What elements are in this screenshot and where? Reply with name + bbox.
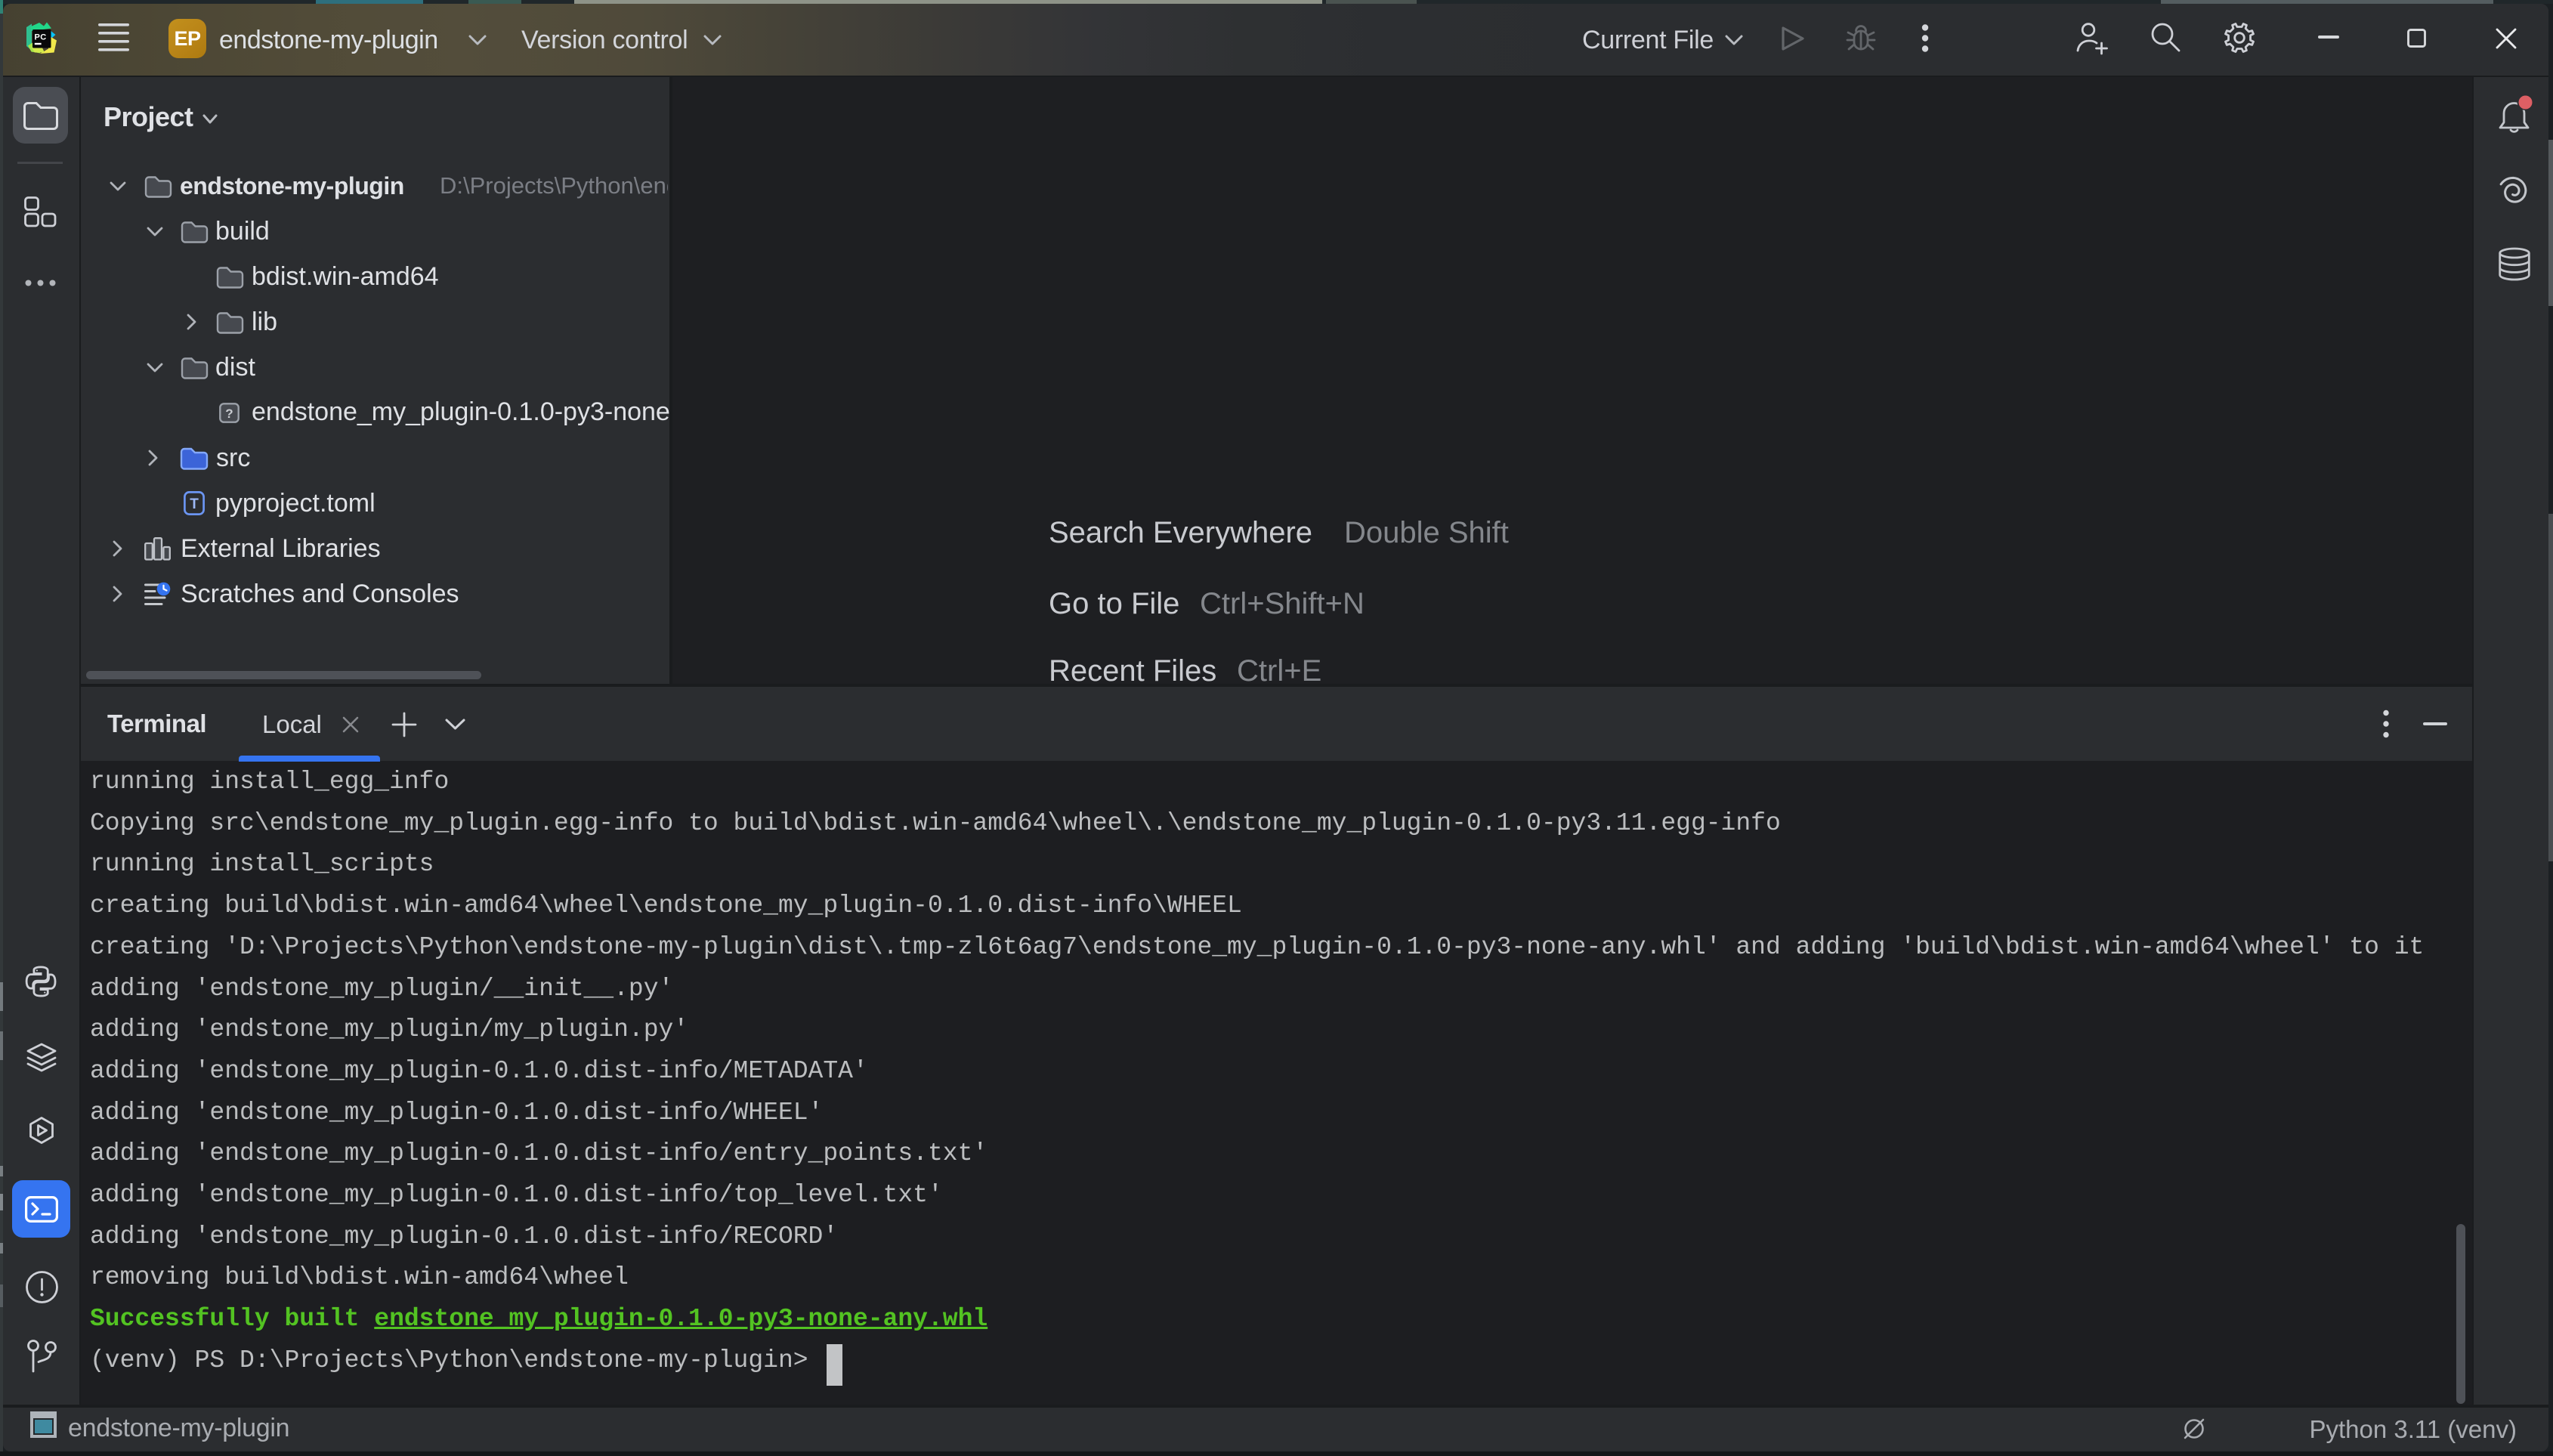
svg-text:T: T — [190, 496, 199, 512]
svg-text:PC: PC — [35, 33, 47, 42]
svg-text:?: ? — [225, 407, 233, 421]
